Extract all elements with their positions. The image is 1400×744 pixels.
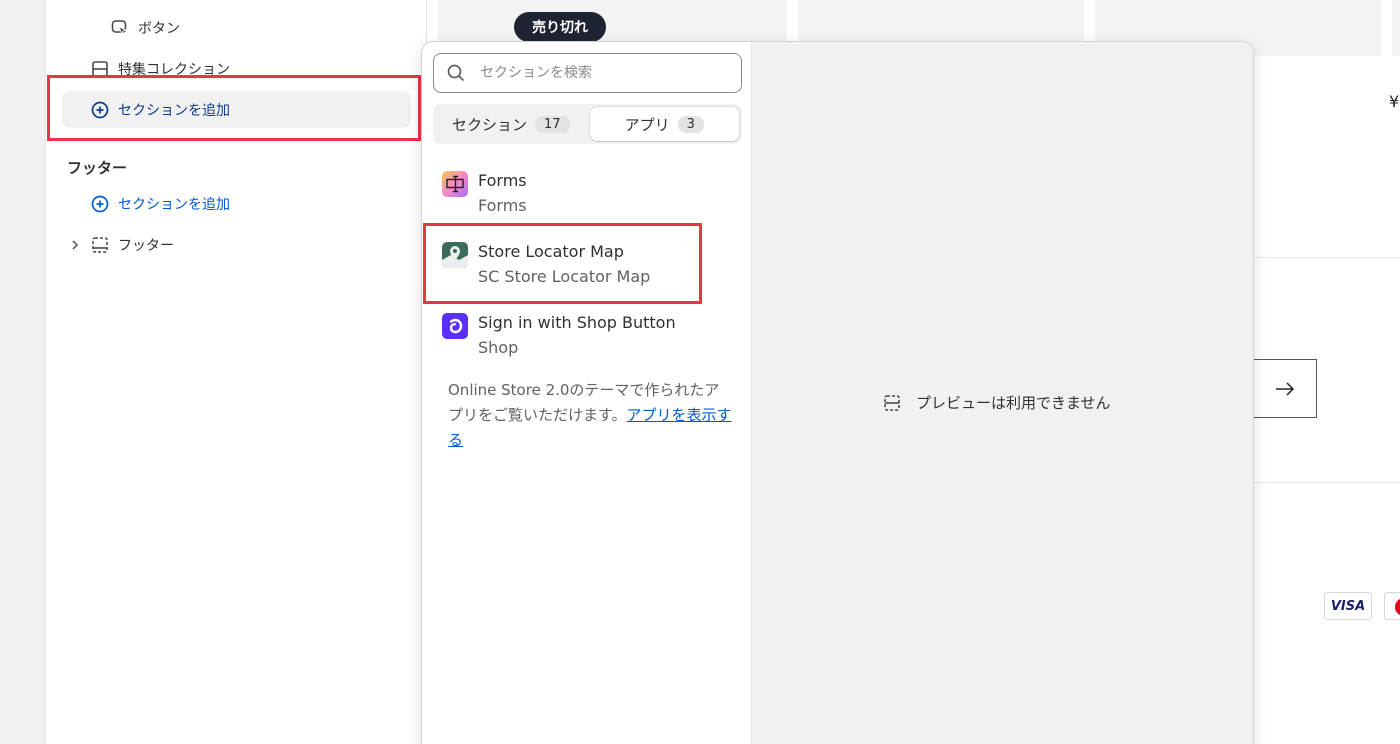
- tab-apps[interactable]: アプリ 3: [589, 107, 739, 141]
- add-section-label: セクションを追加: [118, 102, 230, 119]
- picker-preview-pane: プレビューは利用できません: [752, 42, 1253, 744]
- plus-circle-icon: [91, 101, 109, 118]
- add-section-label: セクションを追加: [118, 197, 230, 213]
- visa-payment-icon: VISA: [1324, 592, 1372, 620]
- app-name: Forms: [478, 171, 527, 190]
- add-section-button[interactable]: セクションを追加: [62, 91, 411, 128]
- price-text: ¥: [1389, 92, 1400, 111]
- map-pin-app-icon: [442, 242, 468, 268]
- tab-label: セクション: [451, 115, 527, 134]
- section-search-field[interactable]: [433, 53, 742, 93]
- plus-circle-icon: [91, 195, 109, 213]
- mastercard-payment-icon: [1384, 592, 1400, 620]
- divider: [1254, 257, 1400, 258]
- sidebar-item-featured-collection[interactable]: 特集コレクション: [90, 59, 230, 79]
- app-vendor: Shop: [478, 338, 519, 357]
- tab-sections[interactable]: セクション 17: [436, 107, 586, 141]
- tab-count-badge: 17: [534, 115, 570, 133]
- footer-add-section-button[interactable]: セクションを追加: [90, 194, 230, 214]
- sidebar-item-label: 特集コレクション: [118, 62, 230, 78]
- search-icon: [447, 64, 465, 82]
- sold-out-badge: 売り切れ: [514, 12, 606, 42]
- shop-app-icon: [442, 313, 468, 339]
- sidebar-item-button[interactable]: ボタン: [110, 18, 180, 38]
- section-layout-icon: [92, 61, 108, 77]
- preview-unavailable-message: プレビューは利用できません: [882, 392, 1111, 413]
- search-input[interactable]: [480, 65, 710, 81]
- tab-count-badge: 3: [677, 115, 704, 133]
- forms-app-icon: [442, 171, 468, 197]
- footer-section-icon: [92, 237, 108, 253]
- section-sidebar: ボタン 特集コレクション セクションを追加 フッター セクションを追加 フッター: [45, 0, 427, 744]
- chevron-right-icon[interactable]: [68, 235, 82, 255]
- app-item-store-locator-map[interactable]: Store Locator Map SC Store Locator Map: [442, 242, 732, 290]
- footer-group-heading: フッター: [67, 159, 128, 177]
- tab-label: アプリ: [624, 115, 670, 134]
- section-picker-popover: セクション 17 アプリ 3 Forms Forms: [421, 41, 1254, 744]
- divider: [1254, 482, 1400, 483]
- app-name: Sign in with Shop Button: [478, 313, 676, 332]
- section-placeholder-icon: [884, 394, 900, 411]
- apps-help-note: Online Store 2.0のテーマで作られたアプリをご覧いただけます。アプ…: [448, 378, 733, 453]
- app-name: Store Locator Map: [478, 242, 624, 261]
- app-item-shop-sign-in[interactable]: Sign in with Shop Button Shop: [442, 313, 732, 361]
- app-vendor: SC Store Locator Map: [478, 267, 651, 286]
- picker-list-pane: セクション 17 アプリ 3 Forms Forms: [422, 42, 752, 744]
- preview-unavailable-text: プレビューは利用できません: [916, 394, 1111, 412]
- newsletter-submit-button[interactable]: [1254, 359, 1317, 418]
- sidebar-item-label: ボタン: [138, 21, 180, 37]
- app-vendor: Forms: [478, 196, 527, 215]
- app-item-forms[interactable]: Forms Forms: [442, 171, 732, 219]
- sidebar-item-label: フッター: [118, 238, 174, 254]
- product-card-image: [1392, 0, 1400, 56]
- cursor-click-icon: [111, 20, 128, 36]
- picker-tabs: セクション 17 アプリ 3: [433, 104, 742, 144]
- sidebar-item-footer[interactable]: フッター: [68, 235, 174, 255]
- arrow-right-icon: [1276, 381, 1295, 396]
